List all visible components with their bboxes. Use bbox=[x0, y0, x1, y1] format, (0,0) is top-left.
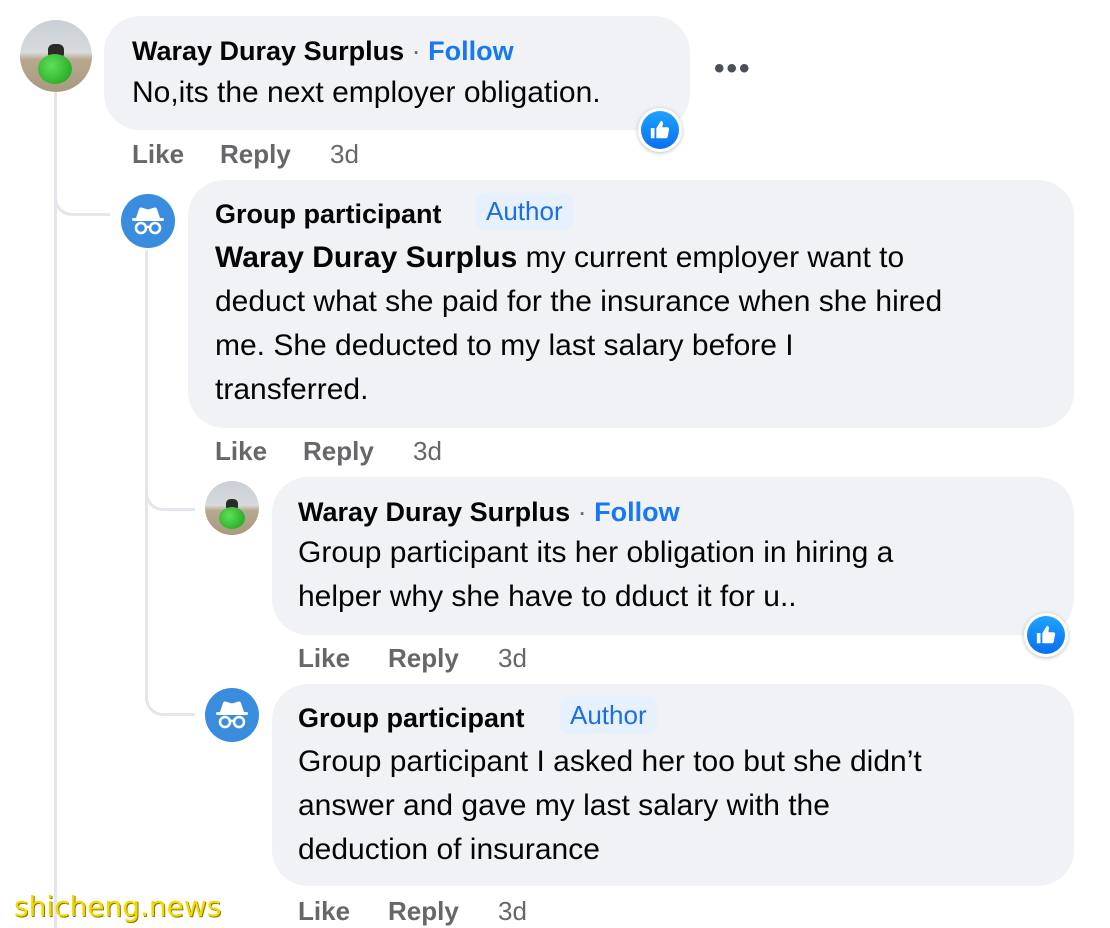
reply-button[interactable]: Reply bbox=[220, 139, 291, 170]
thread-line-nested bbox=[145, 250, 148, 690]
thread-connector bbox=[145, 680, 195, 716]
timestamp[interactable]: 3d bbox=[498, 643, 527, 674]
separator-dot: · bbox=[577, 497, 587, 527]
author-badge: Author bbox=[476, 193, 573, 230]
mention-link[interactable]: Waray Duray Surplus bbox=[215, 241, 517, 274]
avatar[interactable] bbox=[205, 481, 259, 535]
anonymous-icon bbox=[216, 701, 248, 729]
comment-text: No,its the next employer obligation. bbox=[132, 76, 601, 109]
timestamp[interactable]: 3d bbox=[498, 896, 527, 927]
comment-text-line: me. She deducted to my last salary befor… bbox=[215, 329, 794, 362]
comment-text-line: Waray Duray Surplus my current employer … bbox=[215, 241, 905, 274]
like-button[interactable]: Like bbox=[298, 896, 350, 927]
thumbs-up-icon bbox=[650, 120, 670, 139]
comment-text-line: answer and gave my last salary with the bbox=[298, 789, 830, 822]
comment-author-line: Waray Duray Surplus · Follow bbox=[132, 36, 514, 67]
thread-connector bbox=[145, 475, 195, 511]
follow-button[interactable]: Follow bbox=[428, 36, 513, 66]
anonymous-icon bbox=[132, 207, 164, 235]
comment-text: Group participant its her obligation in … bbox=[298, 531, 893, 619]
comment-text-line: Group participant its her obligation in … bbox=[298, 536, 894, 569]
like-button[interactable]: Like bbox=[132, 139, 184, 170]
author-badge: Author bbox=[560, 697, 657, 734]
comment-text: Waray Duray Surplus my current employer … bbox=[215, 236, 1055, 412]
timestamp[interactable]: 3d bbox=[330, 139, 359, 170]
like-button[interactable]: Like bbox=[298, 643, 350, 674]
avatar[interactable] bbox=[20, 20, 92, 92]
comment-author-line: Waray Duray Surplus · Follow bbox=[298, 497, 680, 528]
author-name[interactable]: Group participant bbox=[215, 199, 442, 230]
comment-text-line: deduct what she paid for the insurance w… bbox=[215, 285, 943, 318]
like-button[interactable]: Like bbox=[215, 436, 267, 467]
reply-button[interactable]: Reply bbox=[303, 436, 374, 467]
comment-text-line: helper why she have to dduct it for u.. bbox=[298, 580, 797, 613]
comment-text-line: Group participant I asked her too but sh… bbox=[298, 745, 922, 778]
reply-button[interactable]: Reply bbox=[388, 896, 459, 927]
more-options-icon[interactable]: ••• bbox=[714, 52, 752, 86]
author-name[interactable]: Waray Duray Surplus bbox=[132, 36, 404, 66]
comment-text-line: transferred. bbox=[215, 373, 369, 406]
separator-dot: · bbox=[411, 36, 421, 66]
thread-connector bbox=[54, 180, 110, 216]
avatar[interactable] bbox=[205, 688, 259, 742]
watermark: shicheng.news bbox=[14, 890, 222, 923]
follow-button[interactable]: Follow bbox=[594, 497, 679, 527]
like-reaction-badge[interactable] bbox=[638, 108, 682, 152]
thumbs-up-icon bbox=[1036, 625, 1056, 644]
comment-text-line: deduction of insurance bbox=[298, 833, 600, 866]
avatar[interactable] bbox=[121, 194, 175, 248]
timestamp[interactable]: 3d bbox=[413, 436, 442, 467]
comment-text: Group participant I asked her too but sh… bbox=[298, 740, 922, 872]
author-name[interactable]: Waray Duray Surplus bbox=[298, 497, 570, 527]
reply-button[interactable]: Reply bbox=[388, 643, 459, 674]
thread-line-main bbox=[54, 92, 57, 928]
like-reaction-badge[interactable] bbox=[1024, 613, 1068, 657]
author-name[interactable]: Group participant bbox=[298, 703, 525, 734]
